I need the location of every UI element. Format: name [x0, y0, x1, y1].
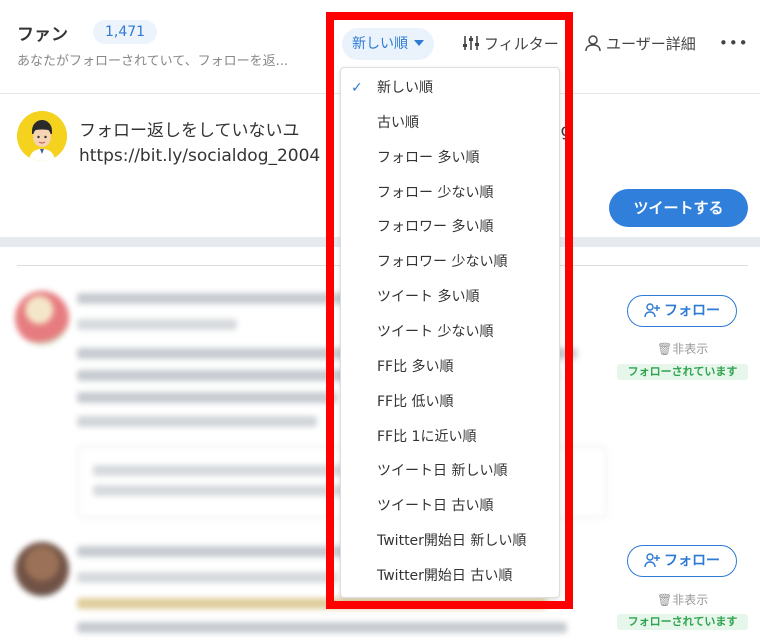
follow-button[interactable]: フォロー: [627, 545, 737, 577]
compose-text-line1: フォロー返しをしていないユ: [79, 121, 300, 141]
more-options-button[interactable]: •••: [719, 34, 749, 52]
list-item: [77, 416, 317, 427]
highlight-frame: [326, 12, 573, 609]
page-subtitle: あなたがフォローされていて、フォローを返...: [17, 54, 288, 69]
follow-button[interactable]: フォロー: [627, 295, 737, 327]
user-detail-label: ユーザー詳細: [606, 35, 696, 53]
follow-label: フォロー: [664, 553, 720, 569]
status-badge: フォローされています: [617, 364, 748, 380]
list-item: [77, 293, 357, 304]
trash-icon: 🗑: [657, 593, 673, 607]
tweet-button[interactable]: ツイートする: [609, 189, 748, 227]
fan-count-badge: 1,471: [93, 20, 158, 44]
list-item: [77, 622, 567, 633]
trash-icon: 🗑: [657, 342, 673, 356]
hide-button[interactable]: 🗑非表示: [657, 340, 708, 357]
list-item: [77, 319, 237, 330]
list-item: [77, 572, 337, 583]
hide-button[interactable]: 🗑非表示: [657, 591, 708, 608]
user-icon: [585, 35, 601, 52]
user-plus-icon: [644, 303, 660, 318]
status-badge: フォローされています: [617, 614, 748, 630]
user-detail-button[interactable]: ユーザー詳細: [584, 33, 696, 54]
hide-label: 非表示: [672, 593, 709, 607]
page-title: ファン: [17, 25, 68, 45]
fans-page: ファン 1,471 あなたがフォローされていて、フォローを返... 新しい順 フ…: [0, 0, 760, 640]
follow-label: フォロー: [664, 303, 720, 319]
user-plus-icon: [644, 553, 660, 568]
avatar: [17, 111, 67, 161]
avatar: [15, 291, 69, 345]
list-item: [77, 392, 337, 403]
hide-label: 非表示: [672, 342, 709, 356]
avatar: [15, 542, 69, 596]
